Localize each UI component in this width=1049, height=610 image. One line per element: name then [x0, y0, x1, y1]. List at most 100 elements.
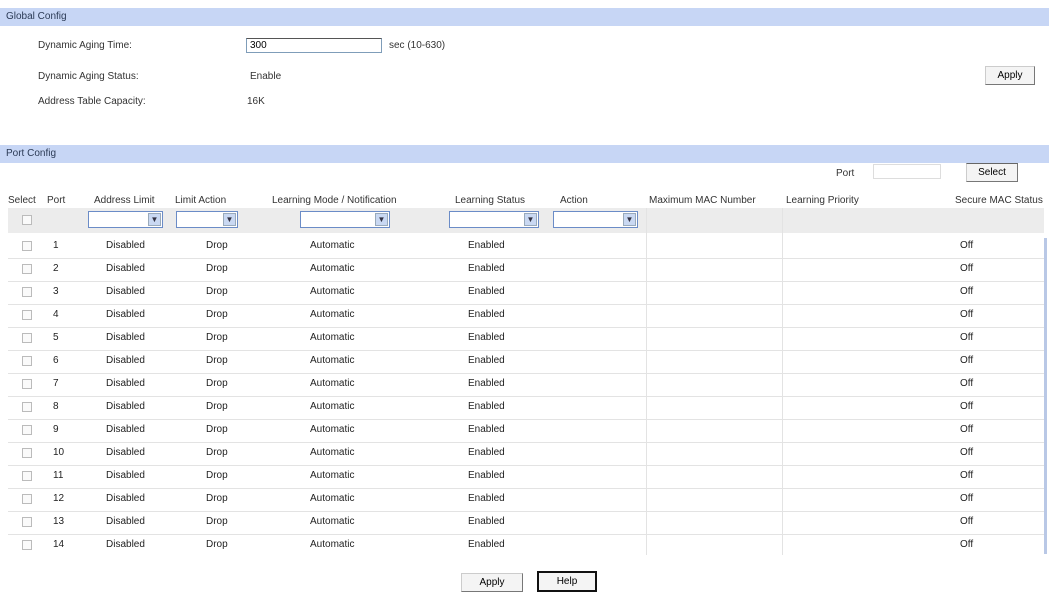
col-limit-action-header: Limit Action [175, 195, 227, 206]
col-select-header: Select [8, 195, 36, 206]
learning-status-filter-select[interactable]: ▼ [449, 211, 539, 228]
cell-status: Enabled [468, 355, 505, 366]
cell-port: 9 [53, 424, 59, 435]
aging-time-input[interactable] [246, 38, 382, 53]
row-select-checkbox[interactable] [22, 471, 32, 481]
row-select-checkbox[interactable] [22, 448, 32, 458]
learning-mode-filter-select[interactable]: ▼ [300, 211, 390, 228]
cell-learn: Automatic [310, 424, 355, 435]
row-select-checkbox[interactable] [22, 356, 32, 366]
cell-status: Enabled [468, 516, 505, 527]
port-search-label: Port [836, 168, 855, 179]
cell-learn: Automatic [310, 240, 355, 251]
row-select-checkbox[interactable] [22, 264, 32, 274]
cell-limit: Disabled [106, 470, 145, 481]
col-learning-priority-header: Learning Priority [786, 195, 859, 206]
cell-learn: Automatic [310, 493, 355, 504]
select-all-checkbox[interactable] [22, 215, 32, 225]
row-select-checkbox[interactable] [22, 379, 32, 389]
cell-limit: Disabled [106, 401, 145, 412]
table-row: 8 Disabled Drop Automatic Enabled Off [8, 396, 1044, 420]
cell-status: Enabled [468, 539, 505, 550]
cell-status: Enabled [468, 493, 505, 504]
table-row: 2 Disabled Drop Automatic Enabled Off [8, 258, 1044, 282]
cell-secure: Off [960, 516, 974, 527]
table-row: 7 Disabled Drop Automatic Enabled Off [8, 373, 1044, 397]
table-row: 3 Disabled Drop Automatic Enabled Off [8, 281, 1044, 305]
cell-secure: Off [960, 332, 974, 343]
table-row: 1 Disabled Drop Automatic Enabled Off [8, 235, 1044, 259]
cell-port: 14 [53, 539, 65, 550]
address-limit-filter-select[interactable]: ▼ [88, 211, 163, 228]
table-scrollbar[interactable] [1044, 238, 1047, 554]
cell-port: 10 [53, 447, 65, 458]
cell-action: Drop [206, 355, 228, 366]
cell-action: Drop [206, 378, 228, 389]
global-config-header: Global Config [0, 8, 1049, 26]
cell-limit: Disabled [106, 516, 145, 527]
row-select-checkbox[interactable] [22, 517, 32, 527]
port-search-input[interactable] [873, 164, 941, 179]
cell-action: Drop [206, 447, 228, 458]
cell-limit: Disabled [106, 447, 145, 458]
filter-row: ▼ ▼ ▼ ▼ ▼ [8, 208, 1044, 233]
table-row: 5 Disabled Drop Automatic Enabled Off [8, 327, 1044, 351]
cell-action: Drop [206, 286, 228, 297]
aging-time-unit: sec (10-630) [389, 40, 446, 51]
cell-status: Enabled [468, 263, 505, 274]
cell-learn: Automatic [310, 332, 355, 343]
chevron-down-icon: ▼ [623, 213, 636, 226]
table-row: 13 Disabled Drop Automatic Enabled Off [8, 511, 1044, 535]
port-select-button[interactable]: Select [966, 163, 1018, 182]
cell-status: Enabled [468, 401, 505, 412]
cell-status: Enabled [468, 286, 505, 297]
cell-action: Drop [206, 539, 228, 550]
cell-status: Enabled [468, 424, 505, 435]
col-learning-mode-header: Learning Mode / Notification [272, 195, 397, 206]
cell-port: 1 [53, 240, 59, 251]
port-config-header: Port Config [0, 145, 1049, 163]
col-learning-status-header: Learning Status [455, 195, 526, 206]
help-button[interactable]: Help [537, 571, 597, 592]
row-select-checkbox[interactable] [22, 287, 32, 297]
table-row: 4 Disabled Drop Automatic Enabled Off [8, 304, 1044, 328]
cell-learn: Automatic [310, 263, 355, 274]
global-apply-button[interactable]: Apply [985, 66, 1035, 85]
row-select-checkbox[interactable] [22, 540, 32, 550]
row-select-checkbox[interactable] [22, 494, 32, 504]
row-select-checkbox[interactable] [22, 310, 32, 320]
cell-action: Drop [206, 332, 228, 343]
cell-limit: Disabled [106, 355, 145, 366]
row-select-checkbox[interactable] [22, 241, 32, 251]
chevron-down-icon: ▼ [524, 213, 537, 226]
cell-limit: Disabled [106, 332, 145, 343]
row-select-checkbox[interactable] [22, 402, 32, 412]
cell-status: Enabled [468, 447, 505, 458]
aging-status-value: Enable [250, 71, 282, 82]
cell-port: 2 [53, 263, 59, 274]
action-filter-select[interactable]: ▼ [553, 211, 638, 228]
cell-status: Enabled [468, 470, 505, 481]
cell-secure: Off [960, 493, 974, 504]
cell-action: Drop [206, 240, 228, 251]
col-port-header: Port [47, 195, 66, 206]
cell-learn: Automatic [310, 401, 355, 412]
table-row: 14 Disabled Drop Automatic Enabled Off [8, 534, 1044, 555]
cell-limit: Disabled [106, 378, 145, 389]
limit-action-filter-select[interactable]: ▼ [176, 211, 238, 228]
table-row: 10 Disabled Drop Automatic Enabled Off [8, 442, 1044, 466]
cell-port: 8 [53, 401, 59, 412]
row-select-checkbox[interactable] [22, 333, 32, 343]
col-address-limit-header: Address Limit [94, 195, 155, 206]
global-config-title: Global Config [6, 11, 67, 22]
col-max-mac-header: Maximum MAC Number [649, 195, 756, 206]
cell-action: Drop [206, 493, 228, 504]
footer-apply-button[interactable]: Apply [461, 573, 523, 592]
cell-status: Enabled [468, 309, 505, 320]
port-table-body: 1 Disabled Drop Automatic Enabled Off 2 Disable… [8, 235, 1044, 555]
row-select-checkbox[interactable] [22, 425, 32, 435]
cell-secure: Off [960, 447, 974, 458]
cell-limit: Disabled [106, 286, 145, 297]
cell-limit: Disabled [106, 309, 145, 320]
table-row: 9 Disabled Drop Automatic Enabled Off [8, 419, 1044, 443]
